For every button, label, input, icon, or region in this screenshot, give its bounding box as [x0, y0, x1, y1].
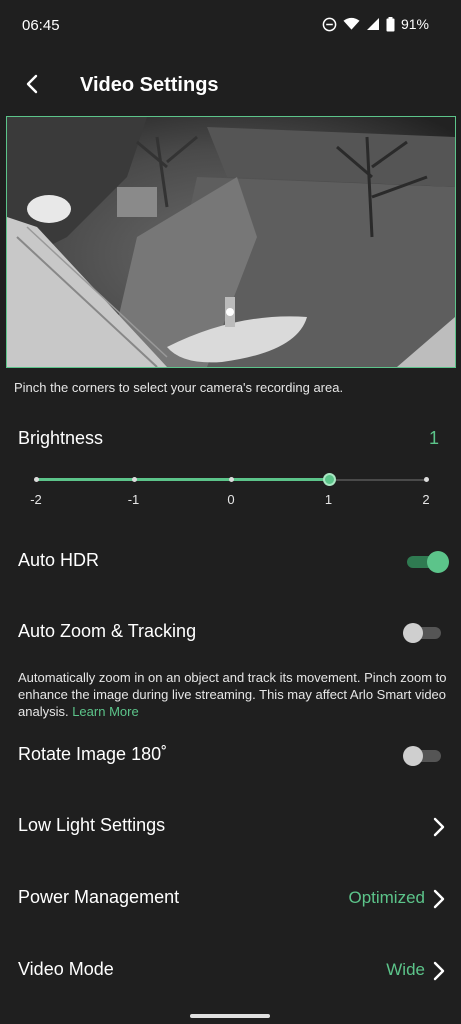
power-management-row[interactable]: Power Management Optimized — [0, 871, 461, 927]
camera-preview[interactable] — [6, 116, 456, 368]
slider-tick-label: 2 — [422, 492, 430, 507]
slider-tick-label: -1 — [127, 492, 140, 507]
cell-signal-icon — [366, 17, 380, 31]
low-light-row[interactable]: Low Light Settings — [0, 799, 461, 855]
toggle-knob — [403, 746, 423, 766]
power-management-value: Optimized — [348, 888, 425, 907]
camera-image — [7, 117, 455, 367]
slider-tick-label: 1 — [324, 492, 333, 507]
app-bar: Video Settings — [0, 60, 461, 110]
page-title: Video Settings — [80, 74, 219, 96]
auto-hdr-toggle[interactable] — [407, 551, 449, 573]
learn-more-link[interactable]: Learn More — [72, 704, 138, 719]
battery-percent: 91% — [400, 16, 429, 32]
low-light-label: Low Light Settings — [18, 815, 166, 835]
chevron-right-icon — [427, 957, 451, 985]
wifi-icon — [343, 17, 360, 31]
slider-tick-label: -2 — [30, 492, 42, 507]
brightness-value: 1 — [428, 428, 439, 448]
auto-hdr-label: Auto HDR — [18, 550, 100, 570]
chevron-right-icon — [427, 813, 451, 841]
slider-thumb[interactable] — [322, 473, 336, 486]
auto-hdr-row[interactable]: Auto HDR — [0, 534, 461, 590]
slider-fill — [36, 478, 329, 481]
camera-hint: Pinch the corners to select your camera'… — [14, 380, 344, 395]
video-mode-value: Wide — [386, 960, 425, 979]
slider-tick-label: 0 — [227, 492, 235, 507]
home-indicator[interactable] — [190, 1014, 270, 1018]
video-mode-label: Video Mode — [18, 959, 114, 979]
auto-zoom-label: Auto Zoom & Tracking — [18, 621, 197, 641]
chevron-right-icon — [427, 885, 451, 913]
auto-zoom-toggle[interactable] — [403, 623, 443, 643]
rotate-image-toggle[interactable] — [403, 746, 443, 766]
rotate-image-row[interactable]: Rotate Image 180˚ — [0, 728, 461, 784]
status-icons: 91% — [322, 16, 429, 32]
battery-icon — [386, 16, 395, 32]
status-bar: 06:45 91% — [0, 0, 461, 52]
toggle-knob — [403, 623, 423, 643]
slider-tick-dot — [424, 477, 429, 482]
video-mode-row[interactable]: Video Mode Wide — [0, 943, 461, 999]
status-time: 06:45 — [22, 17, 60, 34]
slider-tick-dot — [34, 477, 39, 482]
rotate-image-label: Rotate Image 180˚ — [18, 744, 168, 764]
slider-tick-dot — [229, 477, 234, 482]
brightness-label: Brightness — [18, 428, 104, 448]
power-management-label: Power Management — [18, 887, 180, 907]
brightness-slider[interactable]: -2 -1 0 1 2 — [30, 470, 430, 510]
toggle-knob — [427, 551, 449, 573]
slider-tick-dot — [131, 477, 137, 482]
auto-zoom-row[interactable]: Auto Zoom & Tracking — [0, 605, 461, 661]
do-not-disturb-icon — [322, 17, 337, 32]
back-arrow-icon — [24, 74, 40, 99]
back-button[interactable] — [14, 68, 50, 104]
auto-zoom-description: Automatically zoom in on an object and t… — [18, 669, 448, 720]
